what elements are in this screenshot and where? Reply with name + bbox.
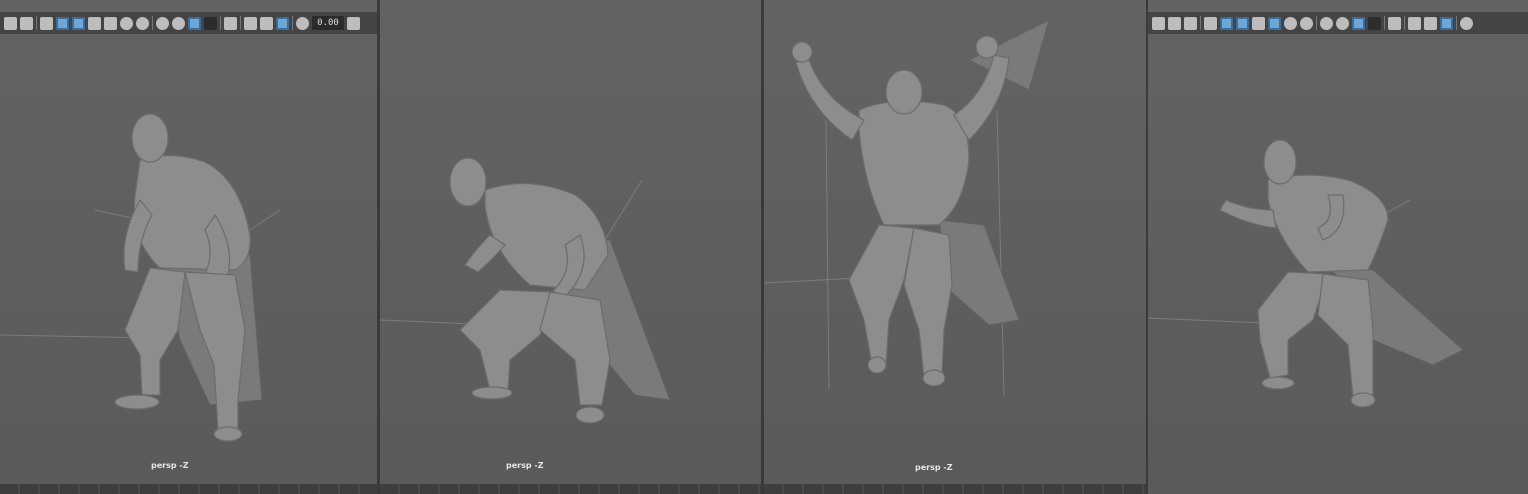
foot-right xyxy=(1350,392,1376,408)
arm-left xyxy=(795,59,865,141)
head xyxy=(131,113,169,163)
foot-left xyxy=(1261,376,1295,390)
foot-left xyxy=(114,394,160,410)
viewport-panel-3[interactable]: persp -Z xyxy=(764,0,1146,494)
torso xyxy=(133,154,251,271)
grid-line xyxy=(764,277,860,284)
leg-right xyxy=(1317,273,1374,399)
foot-right xyxy=(213,426,243,442)
leg-right xyxy=(539,291,611,406)
character-pose-3 xyxy=(764,19,1050,396)
arm-left xyxy=(1219,199,1277,229)
leg-left xyxy=(124,267,186,396)
arm-right xyxy=(953,54,1010,141)
fist-left xyxy=(791,41,813,63)
torso xyxy=(858,100,970,226)
foot-right xyxy=(575,406,605,424)
viewport-panel-1[interactable]: 0.00 persp -Z xyxy=(0,0,377,494)
grid-line xyxy=(996,109,1005,396)
leg-left xyxy=(459,289,556,391)
grid-line xyxy=(1148,317,1264,324)
grid-line xyxy=(825,119,830,391)
viewport-panel-4[interactable] xyxy=(1148,0,1528,494)
head xyxy=(449,157,487,207)
camera-label: persp -Z xyxy=(915,463,953,472)
time-slider[interactable] xyxy=(380,484,761,494)
foot-left xyxy=(471,386,513,400)
grid-line xyxy=(604,179,643,241)
character-pose-4 xyxy=(1148,139,1464,408)
grid-line xyxy=(249,209,281,231)
leg-left xyxy=(848,224,915,366)
foot-right xyxy=(922,369,946,387)
character-pose-1 xyxy=(0,113,281,442)
head xyxy=(1263,139,1297,185)
fist-right xyxy=(975,35,999,59)
arm-left xyxy=(464,234,506,273)
character-pose-2 xyxy=(380,157,671,424)
foot-left xyxy=(867,356,887,374)
viewport-panel-2[interactable]: persp -Z xyxy=(380,0,761,494)
head xyxy=(885,69,923,115)
time-slider[interactable] xyxy=(764,484,1146,494)
torso xyxy=(484,183,609,291)
leg-right xyxy=(903,227,953,379)
time-slider[interactable] xyxy=(0,484,377,494)
camera-label: persp -Z xyxy=(506,461,544,470)
leg-left xyxy=(1257,271,1329,379)
grid-line xyxy=(0,334,151,339)
camera-label: persp -Z xyxy=(151,461,189,470)
